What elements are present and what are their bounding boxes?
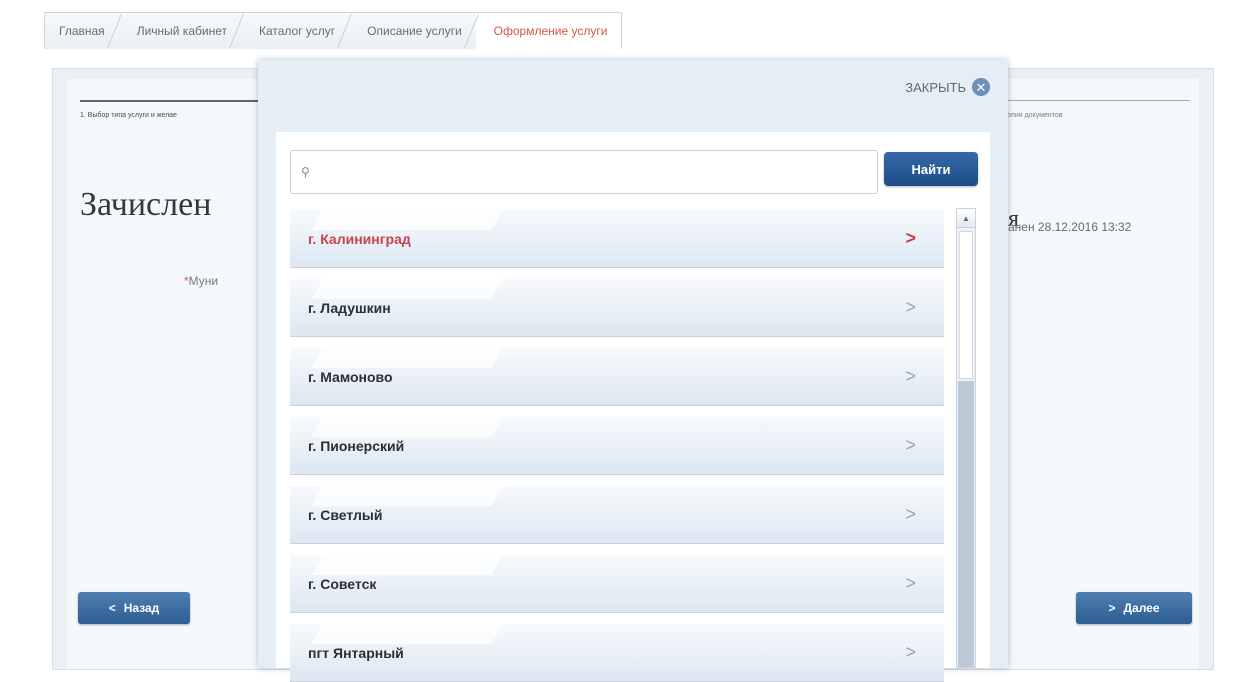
list-item-kaliningrad[interactable]: г. Калининград > — [290, 210, 944, 268]
close-icon[interactable]: ✕ — [972, 78, 990, 96]
chevron-right-icon: > — [905, 435, 916, 455]
search-field[interactable]: ⚲ — [290, 150, 878, 194]
municipality-field-label: *Муни — [184, 274, 218, 288]
chevron-right-icon: > — [905, 366, 916, 386]
step-label-last: копии документов — [1004, 112, 1063, 119]
breadcrumb: Главная Личный кабинет Каталог услуг Опи… — [44, 12, 623, 49]
step-progress-active — [80, 100, 260, 102]
chevron-right-icon: > — [905, 297, 916, 317]
scroll-track[interactable] — [959, 231, 973, 379]
list-item-yantarny[interactable]: пгт Янтарный > — [290, 624, 944, 682]
list-item-label: г. Калининград — [308, 230, 411, 247]
list-scrollbar[interactable]: ▲ — [956, 208, 976, 668]
find-button[interactable]: Найти — [884, 152, 978, 186]
list-item-label: г. Ладушкин — [308, 299, 391, 316]
list-item-ladushkin[interactable]: г. Ладушкин > — [290, 279, 944, 337]
step-progress-rest — [1000, 100, 1190, 101]
list-item-mamonovo[interactable]: г. Мамоново > — [290, 348, 944, 406]
next-button[interactable]: > Далее — [1076, 592, 1192, 624]
back-button[interactable]: < Назад — [78, 592, 190, 624]
chevron-right-icon: > — [905, 504, 916, 524]
list-item-svetly[interactable]: г. Светлый > — [290, 486, 944, 544]
back-button-label: Назад — [123, 601, 160, 615]
list-item-label: г. Светлый — [308, 506, 383, 523]
next-button-label: Далее — [1123, 601, 1160, 615]
list-item-label: г. Советск — [308, 575, 377, 592]
step-label-current: 1. Выбор типа услуги и желае — [80, 112, 177, 119]
municipality-select-modal: ЗАКРЫТЬ ✕ ⚲ Найти г. Калининград > г. Ла… — [258, 60, 1008, 682]
list-item-label: г. Пионерский — [308, 437, 405, 454]
breadcrumb-service-application[interactable]: Оформление услуги — [475, 13, 622, 49]
scroll-thumb[interactable] — [958, 381, 974, 667]
close-label: ЗАКРЫТЬ — [905, 79, 966, 95]
municipality-list: г. Калининград > г. Ладушкин > г. Мамоно… — [290, 210, 944, 682]
chevron-right-icon: > — [905, 573, 916, 593]
chevron-right-icon: > — [905, 642, 916, 662]
breadcrumb-service-description[interactable]: Описание услуги — [349, 13, 476, 49]
chevron-right-icon: > — [1108, 601, 1116, 615]
breadcrumb-personal-account[interactable]: Личный кабинет — [119, 13, 241, 49]
list-item-pionersky[interactable]: г. Пионерский > — [290, 417, 944, 475]
scroll-up-arrow-icon[interactable]: ▲ — [957, 209, 975, 228]
list-item-label: пгт Янтарный — [308, 644, 404, 661]
search-icon: ⚲ — [301, 165, 310, 179]
page-title: Зачислен — [80, 186, 212, 223]
breadcrumb-service-catalog[interactable]: Каталог услуг — [241, 13, 349, 49]
list-item-label: г. Мамоново — [308, 368, 393, 385]
search-input[interactable] — [317, 156, 877, 188]
chevron-right-icon: > — [905, 228, 916, 248]
field-label-text: Муни — [188, 274, 219, 288]
updated-timestamp: анен 28.12.2016 13:32 — [1008, 220, 1132, 234]
close-button[interactable]: ЗАКРЫТЬ ✕ — [905, 78, 990, 96]
chevron-left-icon: < — [108, 601, 116, 615]
list-item-sovetsk[interactable]: г. Советск > — [290, 555, 944, 613]
